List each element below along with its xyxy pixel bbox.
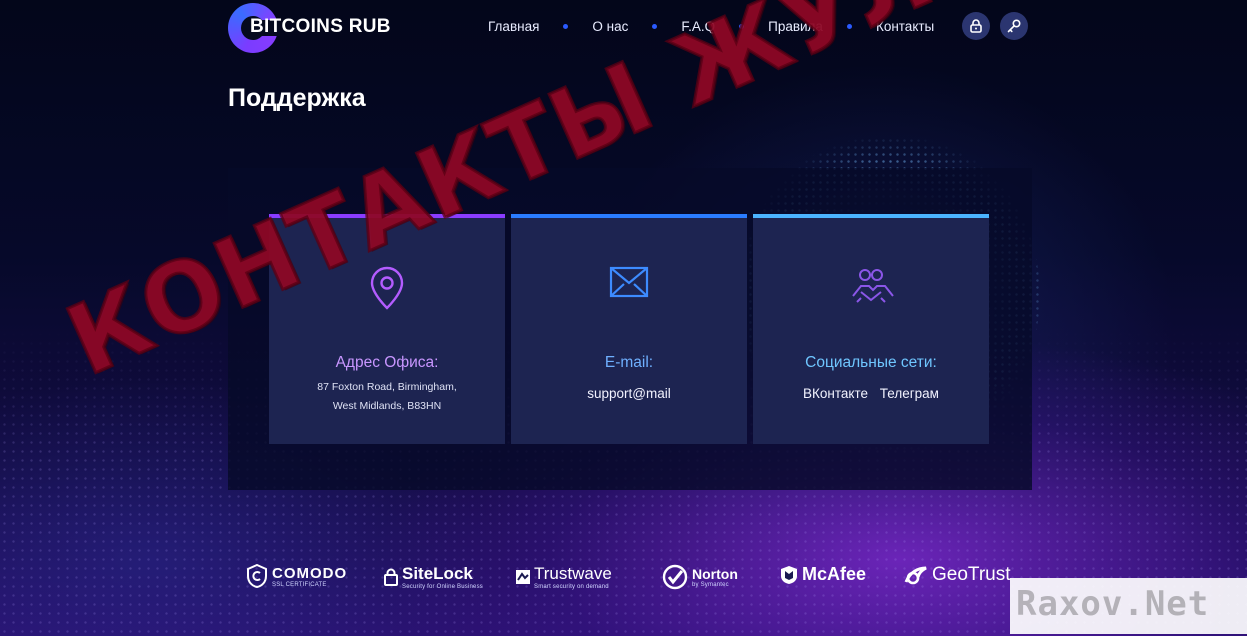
site-logo[interactable]: BITCOINS RUB xyxy=(228,2,391,54)
header-icon-buttons xyxy=(962,12,1028,40)
partner-sub: Security for Online Business xyxy=(402,584,483,590)
mcafee-shield-icon xyxy=(781,565,797,584)
partner-name: GeoTrust xyxy=(932,564,1011,585)
social-link-telegram[interactable]: Телеграм xyxy=(880,386,939,401)
envelope-icon xyxy=(609,266,649,298)
card-title: Социальные сети: xyxy=(805,354,937,371)
norton-check-icon xyxy=(662,564,688,590)
partner-trustwave: Trustwave Smart security on demand xyxy=(516,564,612,590)
partner-name: SiteLock xyxy=(402,564,473,583)
card-icon-wrap xyxy=(511,266,747,298)
partner-sitelock: SiteLock Security for Online Business xyxy=(384,564,483,590)
address-line-2: West Midlands, B83HN xyxy=(332,400,442,412)
watermark: Raxov.Net xyxy=(1010,578,1247,634)
partner-norton: Norton by Symantec xyxy=(662,564,738,590)
handshake-icon xyxy=(852,269,894,303)
partner-geotrust: GeoTrust xyxy=(904,564,1011,586)
card-title: E-mail: xyxy=(604,354,654,371)
key-icon xyxy=(1007,19,1021,33)
partner-sub: SSL CERTIFICATE xyxy=(272,581,327,588)
lock-icon xyxy=(970,19,982,33)
partner-logos: COMODO SSL CERTIFICATE SiteLock Security… xyxy=(246,564,1036,598)
logo-text: BITCOINS RUB xyxy=(250,16,391,37)
address-line-1: 87 Foxton Road, Birmingham, xyxy=(317,381,457,393)
login-button[interactable] xyxy=(962,12,990,40)
partner-name: Trustwave xyxy=(534,564,612,583)
comodo-logo-icon xyxy=(247,564,267,588)
partner-name: Norton xyxy=(692,566,738,582)
social-link-vk[interactable]: ВКонтакте xyxy=(803,386,868,401)
nav-separator-dot xyxy=(563,24,569,29)
geotrust-logo-icon xyxy=(904,566,927,585)
partner-comodo: COMODO SSL CERTIFICATE xyxy=(246,564,347,588)
page-title: Поддержка xyxy=(228,84,366,112)
partner-mcafee: McAfee xyxy=(780,564,866,585)
card-accent-bar xyxy=(511,214,747,218)
trustwave-logo-icon xyxy=(516,570,530,584)
email-link[interactable]: support@mail xyxy=(511,386,747,401)
office-address: 87 Foxton Road, Birmingham, West Midland… xyxy=(289,378,485,416)
card-icon-wrap xyxy=(753,266,989,308)
partner-sub: Smart security on demand xyxy=(534,584,609,590)
nav-link-about[interactable]: О нас xyxy=(592,19,628,34)
sitelock-logo-icon xyxy=(384,568,398,586)
card-accent-bar xyxy=(753,214,989,218)
partner-sub: by Symantec xyxy=(692,582,729,588)
partner-name: COMODO xyxy=(272,564,348,582)
contact-card-social: Социальные сети: ВКонтакте Телеграм xyxy=(753,214,989,444)
watermark-text: Raxov.Net xyxy=(1016,584,1210,624)
contact-card-email: E-mail: support@mail xyxy=(511,214,747,444)
partner-name: McAfee xyxy=(802,564,867,584)
nav-link-home[interactable]: Главная xyxy=(488,19,539,34)
social-links: ВКонтакте Телеграм xyxy=(753,386,989,401)
card-title: Адрес Офиса: xyxy=(335,354,439,371)
register-button[interactable] xyxy=(1000,12,1028,40)
